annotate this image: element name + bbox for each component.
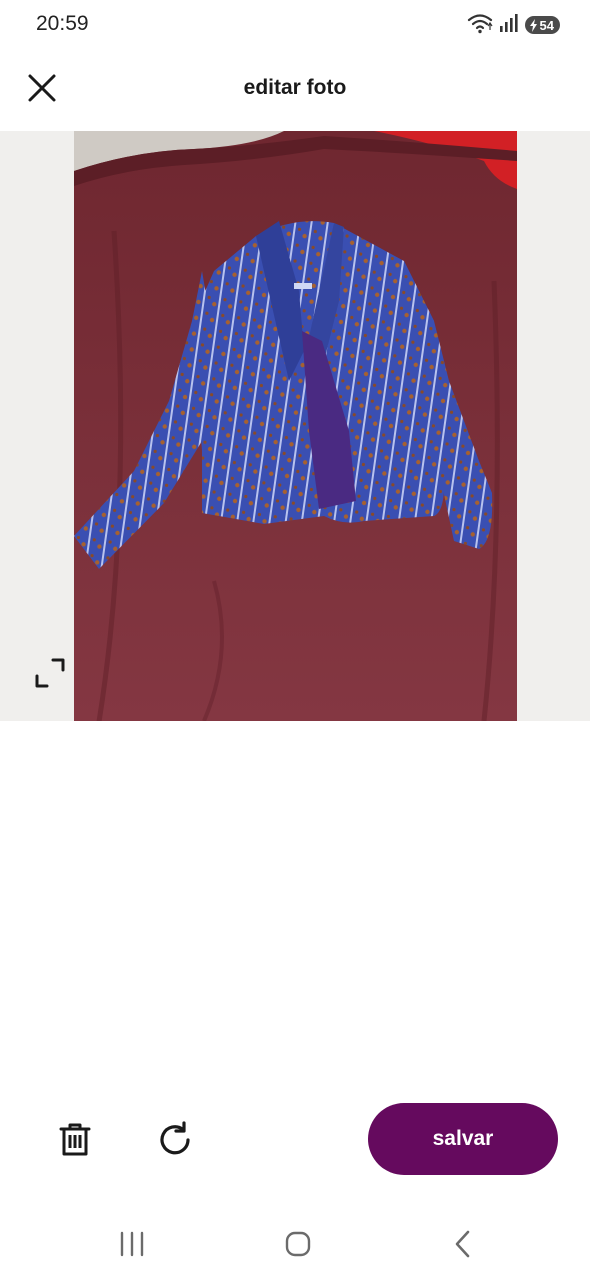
photo-image <box>74 131 517 721</box>
rotate-button[interactable] <box>151 1116 199 1164</box>
wifi-icon <box>467 12 493 39</box>
trash-icon <box>59 1123 91 1156</box>
battery-charging-icon: 54 <box>524 16 560 34</box>
page-title: editar foto <box>243 76 347 99</box>
status-bar: 20:59 54 <box>0 0 590 50</box>
header: editar foto <box>0 56 590 120</box>
home-button[interactable] <box>273 1224 323 1264</box>
battery-level: 54 <box>539 17 554 33</box>
back-icon <box>455 1230 470 1258</box>
status-icons: 54 <box>467 12 560 38</box>
bottom-actions: salvar <box>0 1095 590 1185</box>
recent-apps-button[interactable] <box>107 1224 157 1264</box>
recent-apps-icon <box>120 1231 144 1257</box>
home-icon <box>285 1231 311 1257</box>
delete-button[interactable] <box>51 1116 99 1164</box>
system-navigation-bar <box>0 1210 590 1280</box>
photo-preview-area <box>0 131 590 721</box>
photo[interactable] <box>74 131 517 721</box>
resize-button[interactable] <box>32 655 68 691</box>
back-button[interactable] <box>438 1224 488 1264</box>
signal-icon <box>499 13 519 38</box>
status-time: 20:59 <box>36 12 89 35</box>
rotate-icon <box>160 1121 190 1155</box>
crop-resize-icon <box>35 658 65 688</box>
save-button[interactable]: salvar <box>368 1103 558 1175</box>
